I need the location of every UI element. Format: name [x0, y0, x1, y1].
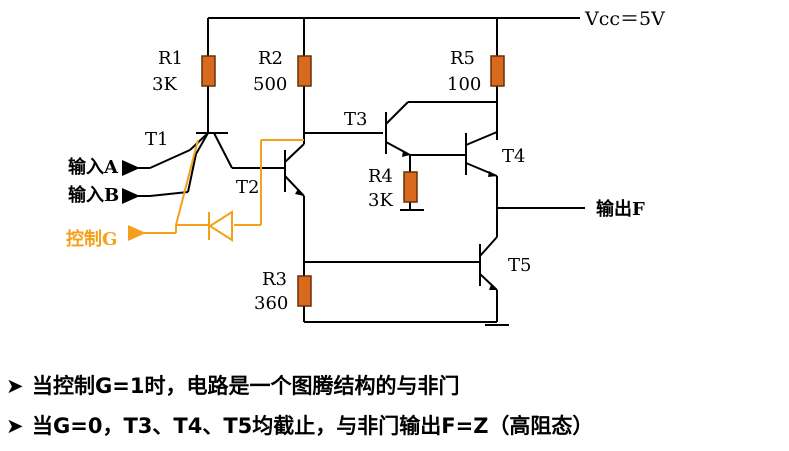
r1-value: 3K [152, 74, 177, 95]
r5-name: R5 [450, 48, 475, 69]
note-text-2: 当G=0，T3、T4、T5均截止，与非门输出F=Z（高阻态） [32, 414, 594, 438]
resistor-r3 [297, 275, 312, 307]
resistor-r2 [297, 55, 312, 87]
t1-label: T1 [145, 129, 168, 150]
resistor-r1 [201, 55, 216, 87]
t2-label: T2 [236, 177, 259, 198]
input-a-label: 输入A [68, 156, 119, 178]
t4-label: T4 [502, 146, 525, 167]
output-f-label: 输出F [596, 198, 645, 220]
control-g-label: 控制G [66, 228, 117, 250]
r1-name: R1 [158, 48, 183, 69]
tri-state-gate-circuit: Vcc＝5V R1 3K R2 500 R5 100 R4 3K R3 360 … [66, 8, 665, 326]
r3-value: 360 [254, 293, 288, 314]
note-text-1: 当控制G=1时，电路是一个图腾结构的与非门 [32, 374, 460, 398]
r4-value: 3K [368, 190, 393, 211]
r2-name: R2 [258, 48, 283, 69]
note-line-2: ➤ 当G=0，T3、T4、T5均截止，与非门输出F=Z（高阻态） [6, 406, 786, 446]
r2-value: 500 [253, 74, 287, 95]
triangle-bullet-icon: ➤ [6, 414, 24, 438]
slide: { "colors": { "wire": "#000000", "resist… [0, 0, 789, 451]
resistor-r4 [403, 171, 418, 203]
input-b-label: 输入B [68, 184, 119, 206]
r4-name: R4 [368, 166, 393, 187]
note-line-1: ➤ 当控制G=1时，电路是一个图腾结构的与非门 [6, 366, 786, 406]
t5-label: T5 [508, 255, 531, 276]
notes: ➤ 当控制G=1时，电路是一个图腾结构的与非门 ➤ 当G=0，T3、T4、T5均截止… [6, 366, 786, 446]
r3-name: R3 [262, 269, 287, 290]
t3-label: T3 [344, 109, 367, 130]
resistor-r5 [490, 55, 505, 87]
control-path [150, 139, 304, 234]
triangle-bullet-icon: ➤ [6, 374, 24, 398]
vcc-label: Vcc＝5V [584, 8, 665, 30]
r5-value: 100 [447, 74, 481, 95]
diode-icon [208, 210, 233, 242]
